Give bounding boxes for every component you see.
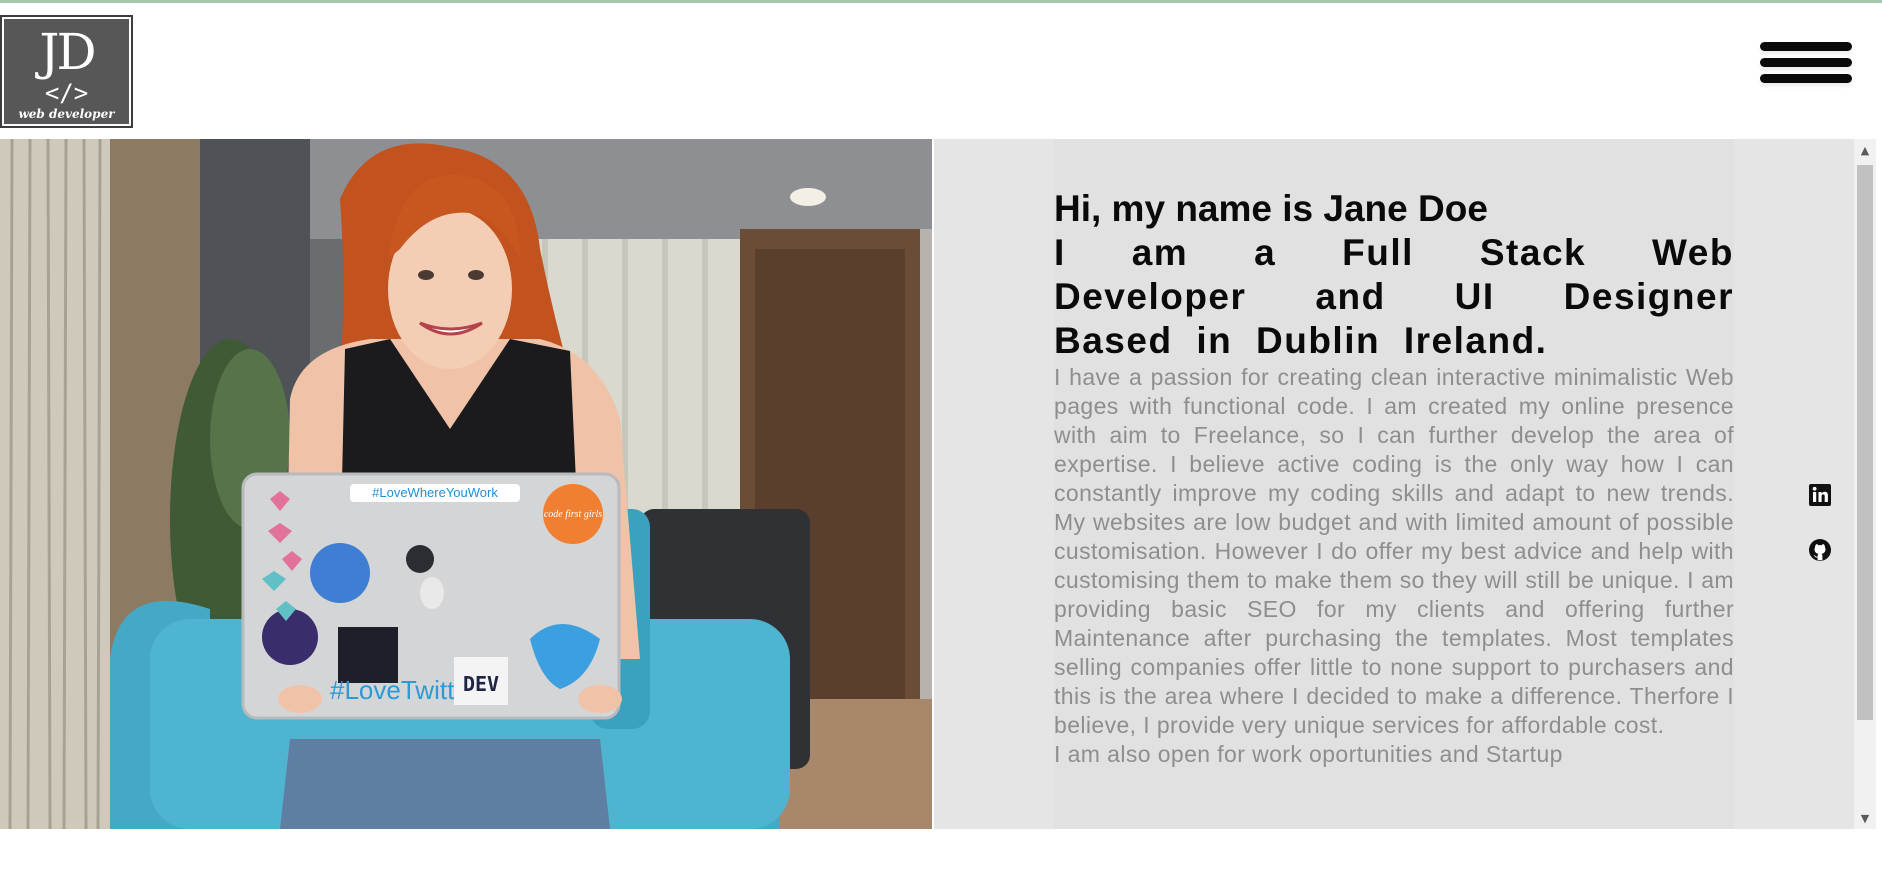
scrollbar-thumb[interactable]	[1857, 165, 1873, 720]
sticker-dev: DEV	[463, 672, 499, 696]
greeting-heading: Hi, my name is Jane Doe	[1054, 188, 1488, 229]
logo-subtitle: web developer	[18, 107, 115, 121]
logo-code-tag: </>	[44, 79, 89, 107]
bio-paragraph: I have a passion for creating clean inte…	[1054, 364, 1734, 738]
top-accent-line	[0, 0, 1882, 3]
logo-initials: JD	[39, 23, 96, 81]
github-icon[interactable]	[1808, 538, 1832, 562]
sticker-love-where-you-work: #LoveWhereYouWork	[372, 485, 498, 500]
intro-text-column: Hi, my name is Jane Doe I am a Full Stac…	[1054, 139, 1734, 829]
github-icon-glyph	[1809, 539, 1831, 561]
scroll-down-arrow-icon[interactable]: ▼	[1854, 807, 1876, 829]
menu-bar-top	[1760, 42, 1852, 51]
linkedin-icon-glyph	[1809, 484, 1831, 506]
menu-bar-middle	[1760, 58, 1852, 67]
bio-paragraph-continued: I am also open for work oportunities and…	[1054, 741, 1563, 767]
menu-bar-bottom	[1760, 74, 1852, 83]
linkedin-icon[interactable]	[1808, 483, 1832, 507]
site-logo[interactable]: JD </> web developer	[0, 15, 133, 128]
logo-badge: JD </> web developer	[4, 19, 129, 124]
role-heading: I am a Full Stack Web Developer and UI D…	[1054, 232, 1734, 361]
hamburger-menu-icon[interactable]	[1760, 40, 1852, 104]
sticker-code-first-girls: code first girls	[544, 509, 602, 520]
scroll-up-arrow-icon[interactable]: ▲	[1854, 139, 1876, 161]
intro-panel: Hi, my name is Jane Doe I am a Full Stac…	[934, 139, 1854, 829]
panel-scrollbar[interactable]: ▲ ▼	[1854, 139, 1876, 829]
hero-photo: #LoveWhereYouWork code first girls #Love…	[0, 139, 932, 829]
hero-photo-illustration: #LoveWhereYouWork code first girls #Love…	[0, 139, 932, 829]
